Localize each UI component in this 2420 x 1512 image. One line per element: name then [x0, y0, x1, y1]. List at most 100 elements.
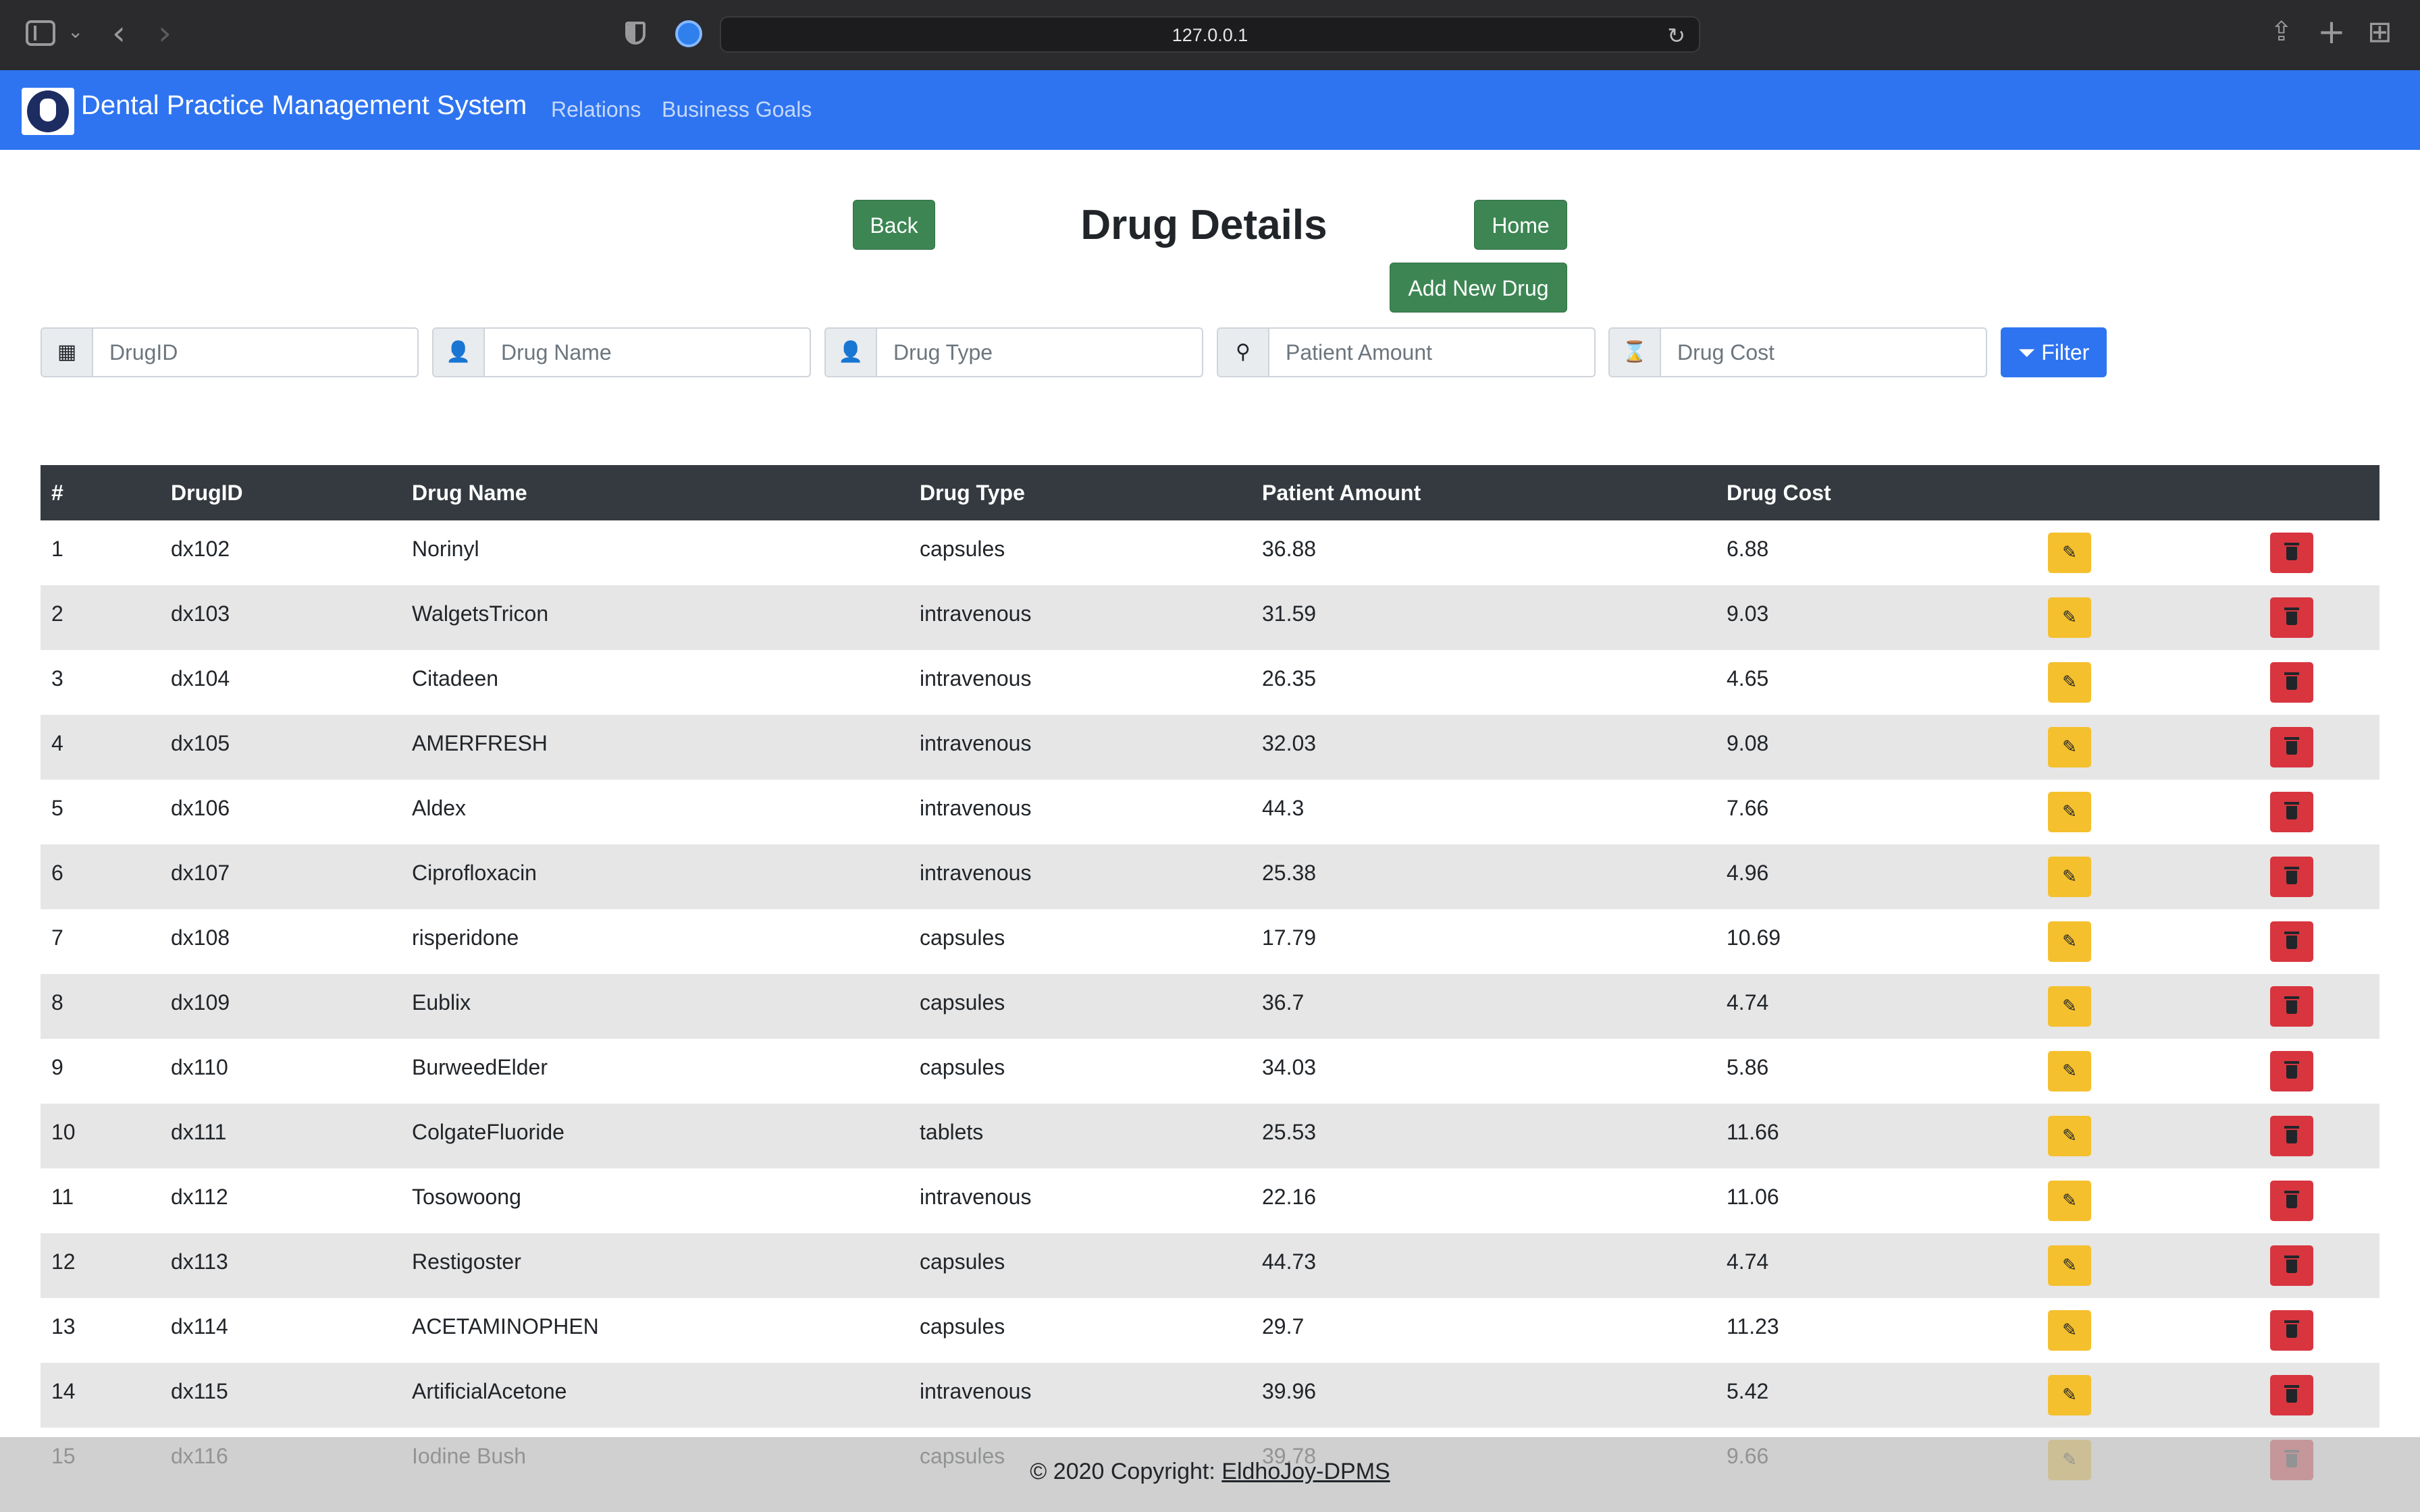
table-cell: intravenous — [920, 1185, 1032, 1209]
table-cell: intravenous — [920, 796, 1032, 820]
patient-amount-input[interactable] — [1269, 329, 1594, 376]
table-cell: ColgateFluoride — [412, 1120, 564, 1144]
edit-button[interactable]: ✎ — [2048, 921, 2091, 962]
delete-button[interactable] — [2270, 1116, 2313, 1156]
table-cell: 1 — [51, 537, 63, 561]
edit-button[interactable]: ✎ — [2048, 986, 2091, 1027]
brand-title[interactable]: Dental Practice Management System — [81, 90, 527, 121]
filter-button[interactable]: ⏷ Filter — [2001, 327, 2107, 377]
edit-button[interactable]: ✎ — [2048, 533, 2091, 573]
edit-button[interactable]: ✎ — [2048, 1051, 2091, 1091]
delete-button[interactable] — [2270, 1051, 2313, 1091]
drug-name-input[interactable] — [485, 329, 810, 376]
delete-button[interactable] — [2270, 1310, 2313, 1351]
add-new-drug-button[interactable]: Add New Drug — [1390, 263, 1567, 313]
delete-button[interactable] — [2270, 792, 2313, 832]
table-cell: capsules — [920, 1249, 1005, 1274]
privacy-shield-icon[interactable] — [625, 22, 646, 45]
edit-button[interactable]: ✎ — [2048, 1181, 2091, 1221]
edit-button[interactable]: ✎ — [2048, 1310, 2091, 1351]
patient-amount-filter: ⚲ — [1217, 327, 1596, 377]
delete-button[interactable] — [2270, 857, 2313, 897]
tooth-logo-icon[interactable] — [22, 88, 74, 135]
tab-overview-icon[interactable]: ⊞ — [2367, 15, 2392, 49]
drug-cost-input[interactable] — [1661, 329, 1986, 376]
table-cell: intravenous — [920, 1379, 1032, 1403]
trash-icon — [2284, 867, 2299, 884]
user-icon: 👤 — [433, 329, 485, 376]
edit-button[interactable]: ✎ — [2048, 727, 2091, 767]
table-cell: 34.03 — [1262, 1055, 1317, 1079]
delete-button[interactable] — [2270, 921, 2313, 962]
table-cell: 6 — [51, 861, 63, 885]
reload-icon[interactable]: ↻ — [1667, 23, 1685, 49]
table-cell: 22.16 — [1262, 1185, 1317, 1209]
table-row: 1 dx102 Norinyl capsules 36.88 6.88 ✎ — [41, 520, 2379, 585]
filter-label: Filter — [2041, 340, 2090, 364]
nav-link-business-goals[interactable]: Business Goals — [662, 97, 812, 122]
user-icon: 👤 — [826, 329, 877, 376]
delete-button[interactable] — [2270, 1245, 2313, 1286]
delete-button[interactable] — [2270, 986, 2313, 1027]
table-cell: 44.73 — [1262, 1249, 1317, 1274]
table-cell: 39.96 — [1262, 1379, 1317, 1403]
table-cell: 31.59 — [1262, 601, 1317, 626]
table-cell: dx113 — [171, 1249, 228, 1274]
home-button[interactable]: Home — [1474, 200, 1567, 250]
trash-icon — [2284, 802, 2299, 819]
extension-icon[interactable] — [675, 20, 702, 47]
table-cell: BurweedElder — [412, 1055, 548, 1079]
edit-button[interactable]: ✎ — [2048, 857, 2091, 897]
pencil-icon: ✎ — [2062, 672, 2077, 693]
plus-icon[interactable]: + — [2317, 12, 2346, 51]
delete-button[interactable] — [2270, 662, 2313, 703]
back-button[interactable]: Back — [853, 200, 935, 250]
edit-button[interactable]: ✎ — [2048, 662, 2091, 703]
table-cell: WalgetsTricon — [412, 601, 549, 626]
sidebar-icon[interactable] — [26, 20, 55, 46]
back-arrow-icon[interactable]: ‹ — [112, 14, 126, 53]
table-row: 11 dx112 Tosowoong intravenous 22.16 11.06 ✎ — [41, 1168, 2379, 1233]
edit-button[interactable]: ✎ — [2048, 1375, 2091, 1415]
table-cell: 17.79 — [1262, 925, 1317, 950]
drug-table: # DrugID Drug Name Drug Type Patient Amo… — [41, 465, 2379, 1492]
table-row: 2 dx103 WalgetsTricon intravenous 31.59 9.03 ✎ — [41, 585, 2379, 650]
forward-arrow-icon[interactable]: › — [158, 14, 172, 53]
table-cell: 2 — [51, 601, 63, 626]
delete-button[interactable] — [2270, 597, 2313, 638]
delete-button[interactable] — [2270, 1375, 2313, 1415]
share-icon[interactable]: ⇪ — [2270, 16, 2293, 47]
delete-button[interactable] — [2270, 1181, 2313, 1221]
delete-button[interactable] — [2270, 727, 2313, 767]
table-row: 7 dx108 risperidone capsules 17.79 10.69 ✎ — [41, 909, 2379, 974]
pencil-icon: ✎ — [2062, 1126, 2077, 1146]
table-cell: 8 — [51, 990, 63, 1015]
table-cell: dx105 — [171, 731, 230, 755]
table-cell: Eublix — [412, 990, 471, 1015]
table-cell: 9.08 — [1727, 731, 1769, 755]
drug-id-input[interactable] — [93, 329, 417, 376]
delete-button[interactable] — [2270, 533, 2313, 573]
edit-button[interactable]: ✎ — [2048, 1116, 2091, 1156]
chevron-down-icon[interactable]: ⌄ — [68, 20, 83, 43]
nav-link-relations[interactable]: Relations — [551, 97, 641, 122]
drug-type-input[interactable] — [877, 329, 1202, 376]
table-cell: 7 — [51, 925, 63, 950]
address-bar[interactable]: 127.0.0.1 ↻ — [720, 16, 1700, 53]
pencil-icon: ✎ — [2062, 1320, 2077, 1341]
table-cell: 5.42 — [1727, 1379, 1769, 1403]
table-cell: dx112 — [171, 1185, 228, 1209]
footer-link[interactable]: EldhoJoy-DPMS — [1221, 1459, 1390, 1484]
edit-button[interactable]: ✎ — [2048, 1245, 2091, 1286]
table-row: 4 dx105 AMERFRESH intravenous 32.03 9.08 ✎ — [41, 715, 2379, 780]
pencil-icon: ✎ — [2062, 802, 2077, 822]
trash-icon — [2284, 1256, 2299, 1273]
table-cell: capsules — [920, 537, 1005, 561]
table-cell: 11.23 — [1727, 1314, 1779, 1339]
table-cell: 44.3 — [1262, 796, 1305, 820]
edit-button[interactable]: ✎ — [2048, 597, 2091, 638]
table-cell: capsules — [920, 990, 1005, 1015]
url-text[interactable]: 127.0.0.1 — [721, 18, 1699, 53]
edit-button[interactable]: ✎ — [2048, 792, 2091, 832]
table-cell: Citadeen — [412, 666, 499, 691]
